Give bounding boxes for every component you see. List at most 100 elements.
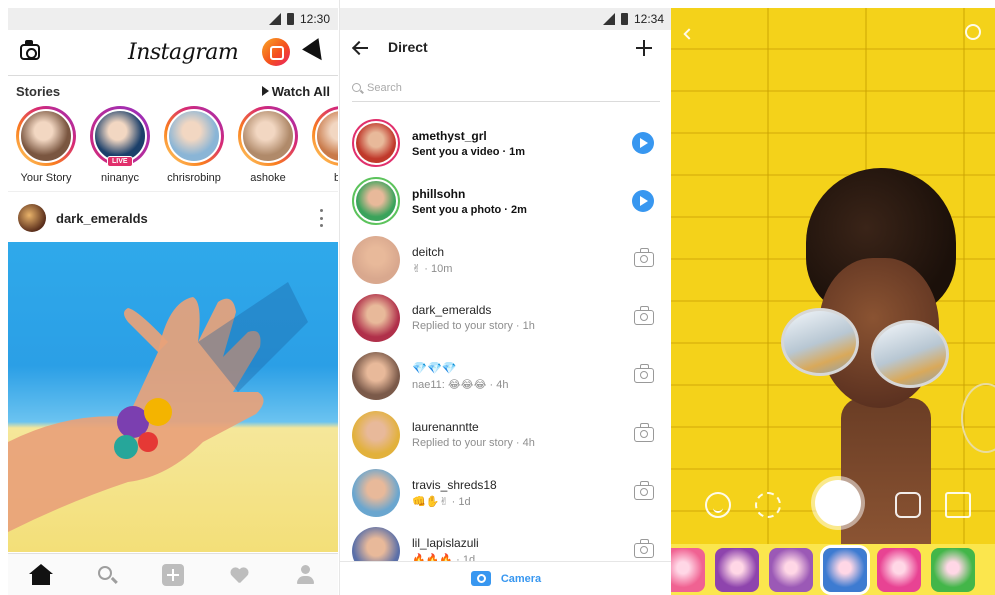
puppy-filter[interactable]	[769, 547, 813, 592]
nav-activity[interactable]	[228, 564, 250, 586]
new-message-plus-icon[interactable]	[636, 40, 652, 56]
avatar-image	[352, 352, 400, 401]
add-icon	[162, 563, 184, 586]
post-username[interactable]: dark_emeralds	[56, 211, 148, 226]
watch-all-button[interactable]: Watch All	[261, 84, 330, 99]
direct-send-icon[interactable]	[302, 38, 330, 66]
shutter-button[interactable]	[815, 480, 861, 526]
reply-camera-icon[interactable]	[634, 305, 654, 325]
thread-username: dark_emeralds	[412, 303, 492, 318]
nav-add[interactable]	[162, 563, 184, 586]
stories-label: Stories	[16, 83, 61, 99]
feed-panel: 12:30 Instagram Stories Watch All Your S…	[0, 0, 338, 595]
lips-filter[interactable]	[931, 547, 975, 592]
avatar	[352, 410, 400, 459]
thread-row[interactable]: deitch ✌ · 10m	[340, 231, 671, 289]
avatar	[352, 293, 400, 342]
avatar	[167, 109, 221, 163]
thread-row[interactable]: travis_shreds18 👊✋✌ · 1d	[340, 464, 671, 522]
bottom-nav	[8, 553, 338, 595]
igtv-icon[interactable]	[262, 38, 290, 66]
reply-camera-icon[interactable]	[634, 539, 654, 559]
camera-panel	[671, 0, 995, 595]
camera-controls	[671, 478, 995, 538]
camera-icon	[470, 571, 491, 586]
camera-button[interactable]: Camera	[340, 561, 671, 595]
thread-username: laurenanntte	[412, 420, 479, 434]
story-username: chrisrobinp	[167, 172, 221, 184]
play-message-icon[interactable]	[632, 190, 654, 213]
thread-username: phillsohn	[412, 186, 466, 201]
feed-header: Instagram	[8, 30, 338, 76]
purple-balloon-filter[interactable]	[715, 547, 759, 592]
reply-camera-icon[interactable]	[634, 247, 654, 267]
nav-search[interactable]	[96, 564, 118, 586]
reply-camera-icon[interactable]	[634, 480, 654, 500]
camera-viewfinder[interactable]	[671, 8, 995, 544]
thread-text: dark_emeralds Replied to your story · 1h	[412, 303, 535, 332]
page-title: Direct	[388, 39, 428, 55]
status-time: 12:30	[299, 12, 330, 26]
thread-text: deitch ✌ · 10m	[412, 245, 452, 275]
avatar	[315, 109, 338, 163]
reply-camera-icon[interactable]	[634, 422, 654, 442]
story-item[interactable]: ber	[312, 106, 338, 191]
thread-username: 💎💎💎	[412, 361, 457, 376]
profile-icon	[297, 564, 314, 585]
story-item[interactable]: LIVE ninanyc	[90, 106, 150, 191]
reply-camera-icon[interactable]	[634, 364, 654, 384]
nav-home[interactable]	[29, 563, 53, 586]
flip-camera-icon[interactable]	[755, 492, 781, 518]
avatar[interactable]	[18, 204, 46, 232]
direct-header: Direct	[340, 30, 671, 66]
avatar-image	[356, 181, 396, 222]
avatar	[352, 119, 400, 167]
settings-icon[interactable]	[965, 24, 981, 40]
thread-preview: Sent you a photo · 2m	[412, 203, 527, 216]
thread-text: laurenanntte Replied to your story · 4h	[412, 420, 535, 449]
avatar	[93, 109, 147, 163]
post-header: dark_emeralds	[8, 198, 338, 238]
sunglasses-left-lens	[781, 308, 859, 376]
pink-face-filter[interactable]	[671, 547, 705, 592]
avatar-image	[356, 123, 396, 163]
sunglasses-right-lens	[871, 320, 949, 388]
story-item[interactable]: Your Story	[16, 106, 76, 191]
avatar-image	[352, 235, 400, 284]
sparkle-filter[interactable]	[877, 547, 921, 592]
thread-text: phillsohn Sent you a photo · 2m	[412, 187, 527, 216]
sunglasses-filter[interactable]	[823, 547, 867, 592]
thread-username: amethyst_grl	[412, 128, 487, 143]
avatar-image	[352, 410, 400, 459]
search-input[interactable]: Search	[352, 74, 660, 102]
thread-preview: ✌ · 10m	[412, 262, 453, 275]
story-ring	[16, 106, 76, 166]
avatar	[19, 109, 73, 163]
back-arrow-icon[interactable]	[352, 40, 368, 56]
thread-preview: Sent you a video · 1m	[412, 145, 526, 158]
story-username: ashoke	[250, 172, 286, 184]
more-options-icon[interactable]	[320, 209, 324, 227]
face-filter-icon[interactable]	[705, 492, 731, 518]
camera-label: Camera	[500, 572, 542, 585]
post-photo[interactable]	[8, 242, 338, 552]
play-message-icon[interactable]	[632, 132, 654, 154]
camera-icon[interactable]	[20, 40, 40, 60]
story-item[interactable]: ashoke	[238, 106, 298, 191]
thread-text: amethyst_grl Sent you a video · 1m	[412, 129, 525, 158]
thread-preview: nae11: 😂😂😂 · 4h	[412, 379, 509, 392]
story-item[interactable]: chrisrobinp	[164, 106, 224, 191]
thread-row[interactable]: dark_emeralds Replied to your story · 1h	[340, 289, 671, 347]
nav-profile[interactable]	[294, 564, 316, 586]
instagram-logo: Instagram	[128, 40, 239, 65]
hands-free-icon[interactable]	[895, 492, 921, 518]
thread-username: deitch	[412, 244, 445, 259]
thread-row[interactable]: phillsohn Sent you a photo · 2m	[340, 172, 671, 230]
face-filter-tray	[671, 544, 995, 595]
thread-row[interactable]: laurenanntte Replied to your story · 4h	[340, 406, 671, 464]
story-ring	[164, 106, 224, 166]
thread-row[interactable]: amethyst_grl Sent you a video · 1m	[340, 114, 671, 172]
thread-row[interactable]: 💎💎💎 nae11: 😂😂😂 · 4h	[340, 347, 671, 405]
search-placeholder: Search	[367, 81, 402, 94]
gallery-icon[interactable]	[945, 492, 971, 518]
